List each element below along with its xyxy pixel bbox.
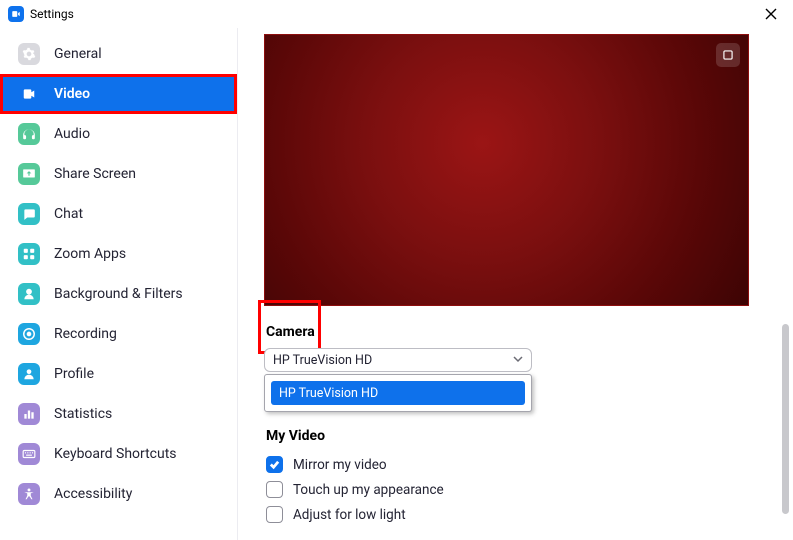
titlebar: Settings [0, 0, 793, 28]
sidebar-item-chat[interactable]: Chat [0, 194, 237, 234]
adjust-low-light-checkbox[interactable] [266, 506, 283, 523]
camera-section-title-wrap: Camera [264, 306, 315, 348]
sidebar-item-video[interactable]: Video [0, 74, 237, 114]
close-button[interactable] [757, 0, 785, 28]
sidebar-item-label: Share Screen [54, 166, 136, 182]
close-icon [765, 8, 777, 20]
scrollbar-thumb[interactable] [782, 324, 789, 514]
sidebar: General Video Audio Share Screen [0, 28, 238, 540]
touch-up-appearance-checkbox[interactable] [266, 481, 283, 498]
accessibility-icon [18, 483, 40, 505]
sidebar-item-zoom-apps[interactable]: Zoom Apps [0, 234, 237, 274]
sidebar-item-label: Zoom Apps [54, 246, 126, 262]
sidebar-item-label: Statistics [54, 406, 112, 422]
sidebar-item-profile[interactable]: Profile [0, 354, 237, 394]
sidebar-item-label: Video [54, 86, 90, 102]
gear-icon [18, 43, 40, 65]
sidebar-item-share-screen[interactable]: Share Screen [0, 154, 237, 194]
camera-select[interactable]: HP TrueVision HD [264, 348, 532, 372]
profile-icon [18, 363, 40, 385]
camera-option-label: HP TrueVision HD [279, 386, 378, 401]
sidebar-item-label: Accessibility [54, 486, 132, 502]
sidebar-item-label: Background & Filters [54, 286, 183, 302]
sidebar-item-background-filters[interactable]: Background & Filters [0, 274, 237, 314]
camera-dropdown-option[interactable]: HP TrueVision HD [271, 381, 525, 405]
camera-selected-value: HP TrueVision HD [273, 353, 372, 368]
video-preview [264, 34, 749, 306]
sidebar-item-label: Chat [54, 206, 83, 222]
touch-up-appearance-label: Touch up my appearance [293, 482, 444, 498]
expand-icon [721, 48, 735, 62]
window-title: Settings [30, 7, 74, 21]
zoom-logo-icon [11, 9, 21, 19]
camera-dropdown-panel: HP TrueVision HD [264, 374, 532, 412]
share-screen-icon [18, 163, 40, 185]
sidebar-item-label: Audio [54, 126, 90, 142]
statistics-icon [18, 403, 40, 425]
mirror-my-video-row: Mirror my video [264, 452, 767, 477]
content-area: General Video Audio Share Screen [0, 28, 793, 540]
video-icon [18, 83, 40, 105]
chat-icon [18, 203, 40, 225]
mirror-my-video-label: Mirror my video [293, 457, 387, 473]
adjust-low-light-row: Adjust for low light [264, 502, 767, 527]
sidebar-item-statistics[interactable]: Statistics [0, 394, 237, 434]
sidebar-item-label: General [54, 46, 102, 62]
sidebar-item-label: Profile [54, 366, 94, 382]
touch-up-appearance-row: Touch up my appearance [264, 477, 767, 502]
sidebar-item-label: Keyboard Shortcuts [54, 446, 177, 462]
sidebar-item-accessibility[interactable]: Accessibility [0, 474, 237, 514]
adjust-low-light-label: Adjust for low light [293, 507, 406, 523]
sidebar-item-audio[interactable]: Audio [0, 114, 237, 154]
background-filters-icon [18, 283, 40, 305]
apps-icon [18, 243, 40, 265]
sidebar-item-label: Recording [54, 326, 117, 342]
recording-icon [18, 323, 40, 345]
mirror-my-video-checkbox[interactable] [266, 456, 283, 473]
sidebar-item-keyboard-shortcuts[interactable]: Keyboard Shortcuts [0, 434, 237, 474]
my-video-section-title: My Video [266, 428, 767, 444]
sidebar-item-general[interactable]: General [0, 34, 237, 74]
keyboard-icon [18, 443, 40, 465]
chevron-down-icon [513, 353, 523, 368]
highlight-box [258, 300, 321, 354]
app-icon [8, 6, 24, 22]
main-panel: Camera HP TrueVision HD HP TrueVision HD… [238, 28, 793, 540]
headphones-icon [18, 123, 40, 145]
sidebar-item-recording[interactable]: Recording [0, 314, 237, 354]
expand-preview-button[interactable] [716, 43, 740, 67]
check-icon [269, 459, 280, 470]
